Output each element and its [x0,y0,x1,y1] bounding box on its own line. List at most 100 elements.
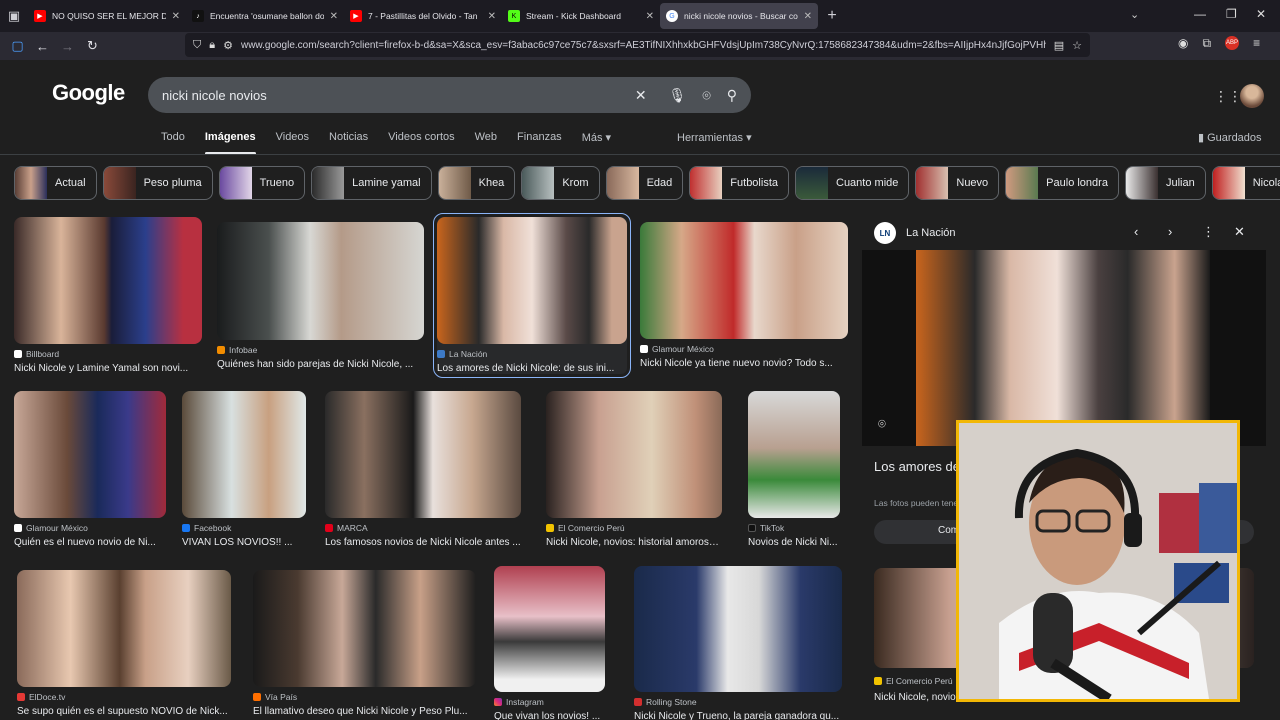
result-image[interactable] [748,391,840,518]
extensions-icon[interactable]: ⧉ [1202,36,1211,51]
image-result[interactable]: MARCA Los famosos novios de Nicki Nicole… [325,391,521,548]
result-caption[interactable]: Novios de Nicki Ni... [748,537,840,548]
result-caption[interactable]: Los famosos novios de Nicki Nicole antes… [325,537,521,548]
chip[interactable]: Paulo londra [1005,166,1119,200]
result-caption[interactable]: VIVAN LOS NOVIOS!! ... [182,537,306,548]
chip[interactable]: Edad [605,166,684,200]
tab-imagenes[interactable]: Imágenes [204,131,256,155]
result-caption[interactable]: Los amores de Nicki Nicole: de sus ini..… [437,363,627,374]
image-result-selected[interactable]: La Nación Los amores de Nicki Nicole: de… [433,213,631,378]
image-result[interactable]: ElDoce.tv Se supo quién es el supuesto N… [17,570,231,717]
search-icon[interactable]: ⚲ [727,87,737,104]
close-icon[interactable]: ✕ [330,11,338,22]
image-result[interactable]: TikTok Novios de Nicki Ni... [748,391,840,548]
result-image[interactable] [182,391,306,518]
result-image[interactable] [634,566,842,692]
clear-icon[interactable]: ✕ [635,87,647,104]
preview-image[interactable]: ⌾ [862,250,1266,446]
forward-icon[interactable]: → [55,34,80,58]
chip[interactable]: Peso pluma [102,166,213,200]
close-icon[interactable]: ✕ [172,11,180,22]
google-logo[interactable]: Google [52,80,125,106]
image-result[interactable]: Instagram Que vivan los novios! ... [494,566,605,720]
result-image[interactable] [640,222,848,339]
tab-list-icon[interactable]: ▣ [0,0,28,32]
tab-noticias[interactable]: Noticias [329,131,368,153]
tab-mas[interactable]: Más ▾ [582,131,611,153]
chevron-down-icon[interactable]: ⌄ [1130,8,1139,21]
adblock-icon[interactable]: ABP [1225,36,1240,50]
result-caption[interactable]: Nicki Nicole ya tiene nuevo novio? Todo … [640,358,848,369]
result-caption[interactable]: El llamativo deseo que Nicki Nicole y Pe… [253,706,476,717]
result-image[interactable] [217,222,424,340]
url-text[interactable]: www.google.com/search?client=firefox-b-d… [241,40,1046,51]
related-caption[interactable]: Nicki Nicole, novios [874,692,961,703]
close-window-icon[interactable]: ✕ [1256,7,1266,21]
browser-tab[interactable]: K Stream - Kick Dashboard ✕ [502,3,660,29]
result-image[interactable] [325,391,521,518]
chip[interactable]: Cuanto mide [795,166,910,200]
minimize-icon[interactable]: — [1194,7,1206,21]
image-result[interactable]: Vía País El llamativo deseo que Nicki Ni… [253,570,476,717]
browser-tab-active[interactable]: G nicki nicole novios - Buscar con G ✕ [660,3,818,29]
image-result[interactable]: Glamour México Quién es el nuevo novio d… [14,391,166,548]
la-nacion-logo[interactable]: LN [874,222,896,244]
result-image[interactable] [17,570,231,687]
result-caption[interactable]: Quién es el nuevo novio de Ni... [14,537,166,548]
next-icon[interactable]: › [1168,224,1172,239]
chip[interactable]: Nuevo [915,166,1000,200]
result-image[interactable] [494,566,605,692]
tab-web[interactable]: Web [475,131,497,153]
tab-videos[interactable]: Videos [276,131,309,153]
browser-tab[interactable]: ▶ 7 - Pastillitas del Olvido - Tan ✕ [344,3,502,29]
chip[interactable]: Futbolista [689,166,789,200]
browser-tab[interactable]: ♪ Encuentra 'osumane ballon dor' e ✕ [186,3,344,29]
image-result[interactable]: Glamour México Nicki Nicole ya tiene nue… [640,222,848,369]
result-image[interactable] [437,217,627,344]
close-icon[interactable]: ✕ [1234,224,1245,240]
menu-icon[interactable]: ≡ [1253,36,1260,51]
result-caption[interactable]: Quiénes han sido parejas de Nicki Nicole… [217,359,424,370]
chip[interactable]: Lamine yamal [311,166,432,200]
result-image[interactable] [253,570,476,687]
lens-icon[interactable]: ⌾ [702,87,710,104]
result-caption[interactable]: Nicki Nicole, novios: historial amoroso.… [546,537,722,548]
tools-menu[interactable]: Herramientas ▾ [677,131,752,144]
close-icon[interactable]: ✕ [488,11,496,22]
close-icon[interactable]: ✕ [804,11,812,22]
panel-source[interactable]: La Nación [906,227,956,239]
result-image[interactable] [14,391,166,518]
new-tab-icon[interactable]: + [818,7,846,25]
image-result[interactable]: Billboard Nicki Nicole y Lamine Yamal so… [14,217,202,374]
image-result[interactable]: Rolling Stone Nicki Nicole y Trueno, la … [634,566,842,720]
shield-icon[interactable]: ⛉ [193,39,201,52]
saved-link[interactable]: ▮ Guardados [1198,131,1262,144]
chip[interactable]: Nicola [1211,166,1280,200]
prev-icon[interactable]: ‹ [1134,224,1138,239]
chip[interactable]: Krom [521,166,600,200]
tab-todo[interactable]: Todo [161,131,185,153]
result-caption[interactable]: Nicki Nicole y Lamine Yamal son novi... [14,363,202,374]
chip[interactable]: Julian [1124,166,1206,200]
result-image[interactable] [546,391,722,518]
tab-finanzas[interactable]: Finanzas [517,131,562,153]
chip[interactable]: Actual [14,166,97,200]
tab-videos-cortos[interactable]: Videos cortos [388,131,454,153]
browser-tab[interactable]: ▶ NO QUISO SER EL MEJOR DE LA ✕ [28,3,186,29]
account-icon[interactable]: ◉ [1178,36,1188,51]
close-icon[interactable]: ✕ [646,11,654,22]
result-caption[interactable]: Que vivan los novios! ... [494,711,605,720]
reader-view-icon[interactable]: ▤ [1054,39,1064,52]
lock-icon[interactable]: 🔒︎ [209,39,215,52]
chip[interactable]: Khea [437,166,516,200]
sidebar-icon[interactable]: ▢ [5,34,30,58]
microphone-icon[interactable]: 🎙︎ [669,87,687,104]
more-options-icon[interactable]: ⋮ [1202,224,1215,240]
search-input[interactable] [162,87,619,103]
avatar[interactable] [1240,84,1264,108]
result-caption[interactable]: Se supo quién es el supuesto NOVIO de Ni… [17,706,231,717]
image-result[interactable]: Infobae Quiénes han sido parejas de Nick… [217,222,424,370]
url-bar[interactable]: ⛉ 🔒︎ ⚙ www.google.com/search?client=fire… [185,33,1090,57]
search-box[interactable]: ✕ 🎙︎ ⌾ ⚲ [148,77,751,113]
image-result[interactable]: El Comercio Perú Nicki Nicole, novios: h… [546,391,722,548]
